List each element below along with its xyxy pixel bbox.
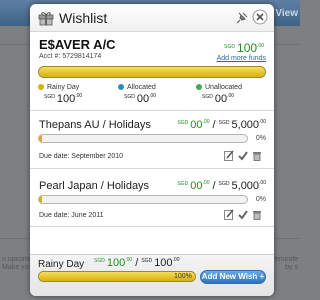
divider bbox=[30, 110, 274, 111]
account-name: E$AVER A/C bbox=[39, 37, 116, 52]
edit-icon[interactable] bbox=[224, 209, 234, 220]
legend-label: Rainy Day bbox=[47, 84, 80, 91]
wish-amount: SGD 00.00 / SGD 5,000.00 bbox=[177, 180, 266, 192]
target-amount: 5,000 bbox=[231, 119, 260, 131]
footer-name: Rainy Day bbox=[38, 259, 85, 270]
account-progress-bar bbox=[38, 66, 266, 78]
rainy-day-value: SGD 100.00 bbox=[44, 93, 82, 105]
footer-saved-cents: .00 bbox=[125, 257, 133, 263]
pin-icon[interactable] bbox=[236, 12, 248, 24]
saved-amount: 00 bbox=[190, 180, 203, 192]
unallocated-value: SGD 00.00 bbox=[202, 93, 234, 105]
footer-progress-fill bbox=[39, 272, 195, 281]
close-icon[interactable] bbox=[252, 9, 268, 25]
value-main: 00 bbox=[136, 93, 150, 105]
modal-title: Wishlist bbox=[59, 10, 108, 26]
add-more-funds-link[interactable]: Add more funds bbox=[217, 55, 266, 62]
value-main: 00 bbox=[214, 93, 228, 105]
amount-separator: / bbox=[212, 180, 216, 192]
target-amount: 5,000 bbox=[231, 180, 260, 192]
background-text: Make you bbox=[2, 264, 33, 271]
footer-percent: 100% bbox=[174, 273, 192, 280]
divider bbox=[30, 168, 274, 169]
trash-icon[interactable] bbox=[252, 150, 262, 161]
account-progress-fill bbox=[39, 67, 265, 77]
wish-name[interactable]: Pearl Japan / Holidays bbox=[39, 180, 149, 192]
footer-saved-amount: 100 bbox=[106, 257, 126, 269]
divider bbox=[30, 226, 274, 227]
allocated-value: SGD 00.00 bbox=[124, 93, 156, 105]
footer-progress-bar bbox=[38, 271, 196, 282]
background-text: by s bbox=[285, 264, 298, 271]
currency-label: SGD bbox=[177, 120, 189, 126]
currency-label: SGD bbox=[224, 44, 236, 50]
unallocated-dot-icon bbox=[196, 84, 202, 90]
balance-cents: .00 bbox=[257, 43, 264, 49]
edit-icon[interactable] bbox=[224, 150, 234, 161]
wish-progress-fill bbox=[39, 196, 43, 203]
rainy-day-dot-icon bbox=[38, 84, 44, 90]
amount-separator: / bbox=[212, 119, 216, 131]
wish-progress-bar bbox=[38, 195, 248, 204]
legend-allocated: Allocated bbox=[118, 84, 156, 91]
wish-due-date: Due date: June 2011 bbox=[39, 212, 104, 219]
saved-cents: .00 bbox=[202, 180, 210, 186]
currency-label: SGD bbox=[177, 181, 189, 187]
currency-label: SGD bbox=[124, 94, 135, 100]
wish-percent: 0% bbox=[255, 135, 266, 142]
footer-target-cents: .00 bbox=[172, 257, 180, 263]
currency-label: SGD bbox=[44, 94, 55, 100]
background-text: eminde bbox=[275, 256, 298, 263]
value-cents: .00 bbox=[75, 93, 83, 99]
amount-separator: / bbox=[135, 257, 139, 269]
wish-progress-fill bbox=[39, 135, 43, 142]
legend-rainy-day: Rainy Day bbox=[38, 84, 79, 91]
currency-label: SGD bbox=[141, 258, 153, 264]
wish-actions bbox=[224, 150, 264, 162]
value-cents: .00 bbox=[149, 93, 157, 99]
legend-unallocated: Unallocated bbox=[196, 84, 242, 91]
footer-amount: SGD 100.00 / SGD 100.00 bbox=[94, 257, 180, 269]
wish-actions bbox=[224, 209, 264, 221]
checkmark-icon[interactable] bbox=[238, 209, 248, 220]
saved-cents: .00 bbox=[202, 119, 210, 125]
account-number: Acct #: 5729814174 bbox=[39, 53, 102, 60]
saved-amount: 00 bbox=[190, 119, 203, 131]
currency-label: SGD bbox=[94, 258, 105, 264]
target-cents: .00 bbox=[259, 119, 266, 125]
currency-label: SGD bbox=[202, 94, 213, 100]
currency-label: SGD bbox=[218, 181, 230, 187]
wishlist-modal: Wishlist E$AVER A/C Acct #: 5729814174 S… bbox=[30, 4, 274, 296]
wish-due-date: Due date: September 2010 bbox=[39, 153, 124, 160]
gift-icon bbox=[38, 12, 54, 26]
allocated-dot-icon bbox=[118, 84, 124, 90]
currency-label: SGD bbox=[218, 120, 230, 126]
value-cents: .00 bbox=[227, 93, 235, 99]
account-balance: SGD 100.00 bbox=[224, 41, 264, 55]
wish-percent: 0% bbox=[255, 196, 266, 203]
value-main: 100 bbox=[56, 93, 76, 105]
wish-amount: SGD 00.00 / SGD 5,000.00 bbox=[177, 119, 266, 131]
balance-main: 100 bbox=[237, 41, 258, 55]
target-cents: .00 bbox=[259, 180, 266, 186]
trash-icon[interactable] bbox=[252, 209, 262, 220]
footer-target-amount: 100 bbox=[154, 257, 173, 269]
checkmark-icon[interactable] bbox=[238, 150, 248, 161]
wish-name[interactable]: Thepans AU / Holidays bbox=[39, 119, 151, 131]
legend-label: Unallocated bbox=[205, 84, 242, 91]
legend-label: Allocated bbox=[127, 84, 156, 91]
wish-progress-bar bbox=[38, 134, 248, 143]
add-new-wish-button[interactable]: Add New Wish + bbox=[200, 270, 266, 284]
